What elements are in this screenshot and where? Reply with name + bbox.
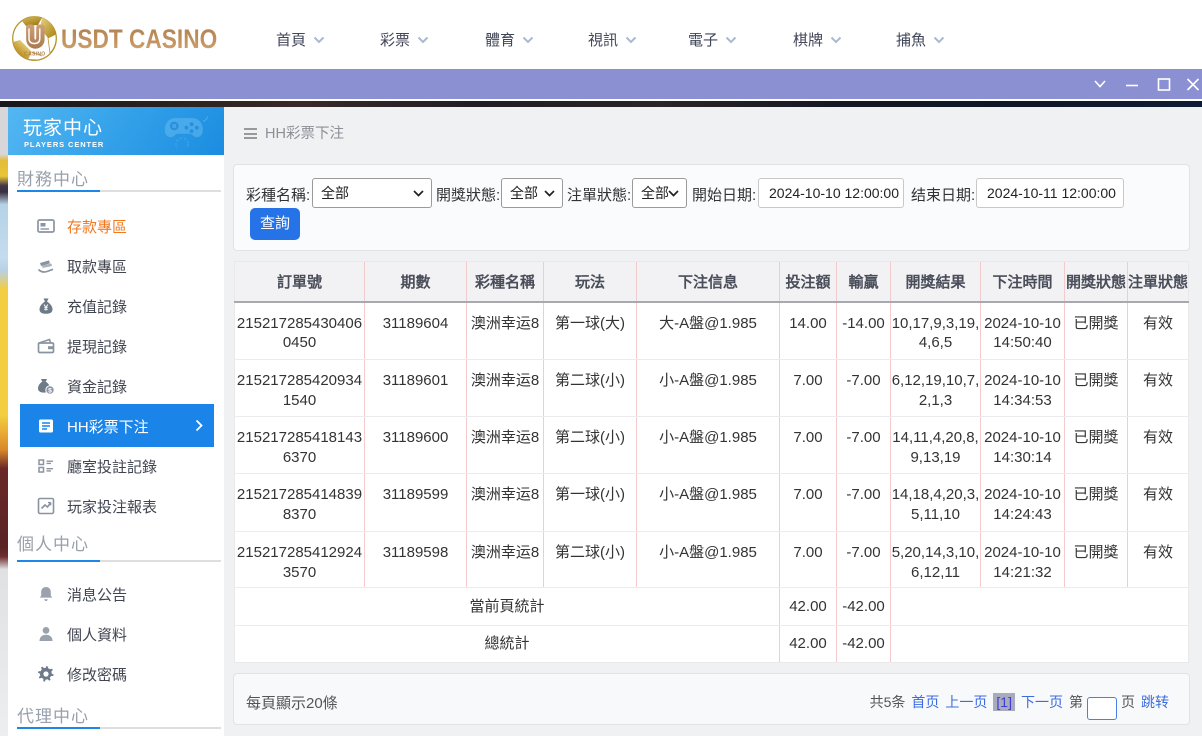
svg-text:$: $ [48,388,52,395]
svg-text:CASINO: CASINO [24,52,45,58]
svg-text:¥: ¥ [44,303,49,313]
